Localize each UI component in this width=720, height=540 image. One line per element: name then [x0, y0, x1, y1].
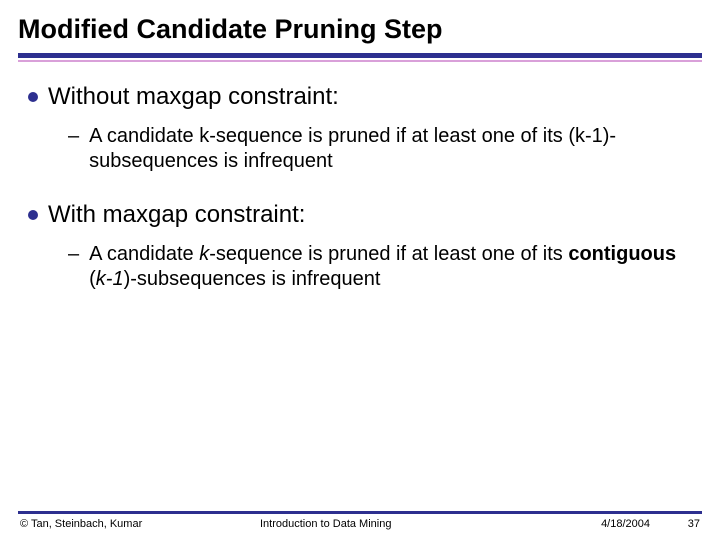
subbullet-1-text: A candidate k-sequence is pruned if at l… [89, 124, 692, 174]
subbullet-2-text: A candidate k-sequence is pruned if at l… [89, 242, 692, 292]
footer-row: © Tan, Steinbach, Kumar Introduction to … [0, 518, 720, 530]
dash-icon: – [68, 124, 79, 149]
bullet-icon [28, 210, 38, 220]
bullet-2: With maxgap constraint: [28, 200, 692, 230]
bullet-1-text: Without maxgap constraint: [48, 82, 339, 112]
footer-rule [18, 511, 702, 514]
content-area: Without maxgap constraint: – A candidate… [0, 62, 720, 292]
footer-page-number: 37 [650, 518, 700, 530]
bullet-2-text: With maxgap constraint: [48, 200, 305, 230]
footer-copyright: © Tan, Steinbach, Kumar [20, 518, 230, 530]
title-rule [18, 53, 702, 62]
slide-title: Modified Candidate Pruning Step [0, 0, 720, 53]
bullet-1: Without maxgap constraint: [28, 82, 692, 112]
footer-title: Introduction to Data Mining [230, 518, 550, 530]
footer-date: 4/18/2004 [550, 518, 650, 530]
rule-thick [18, 53, 702, 58]
footer: © Tan, Steinbach, Kumar Introduction to … [0, 511, 720, 530]
dash-icon: – [68, 242, 79, 267]
subbullet-1: – A candidate k-sequence is pruned if at… [68, 124, 692, 174]
bullet-icon [28, 92, 38, 102]
subbullet-2: – A candidate k-sequence is pruned if at… [68, 242, 692, 292]
slide: Modified Candidate Pruning Step Without … [0, 0, 720, 540]
